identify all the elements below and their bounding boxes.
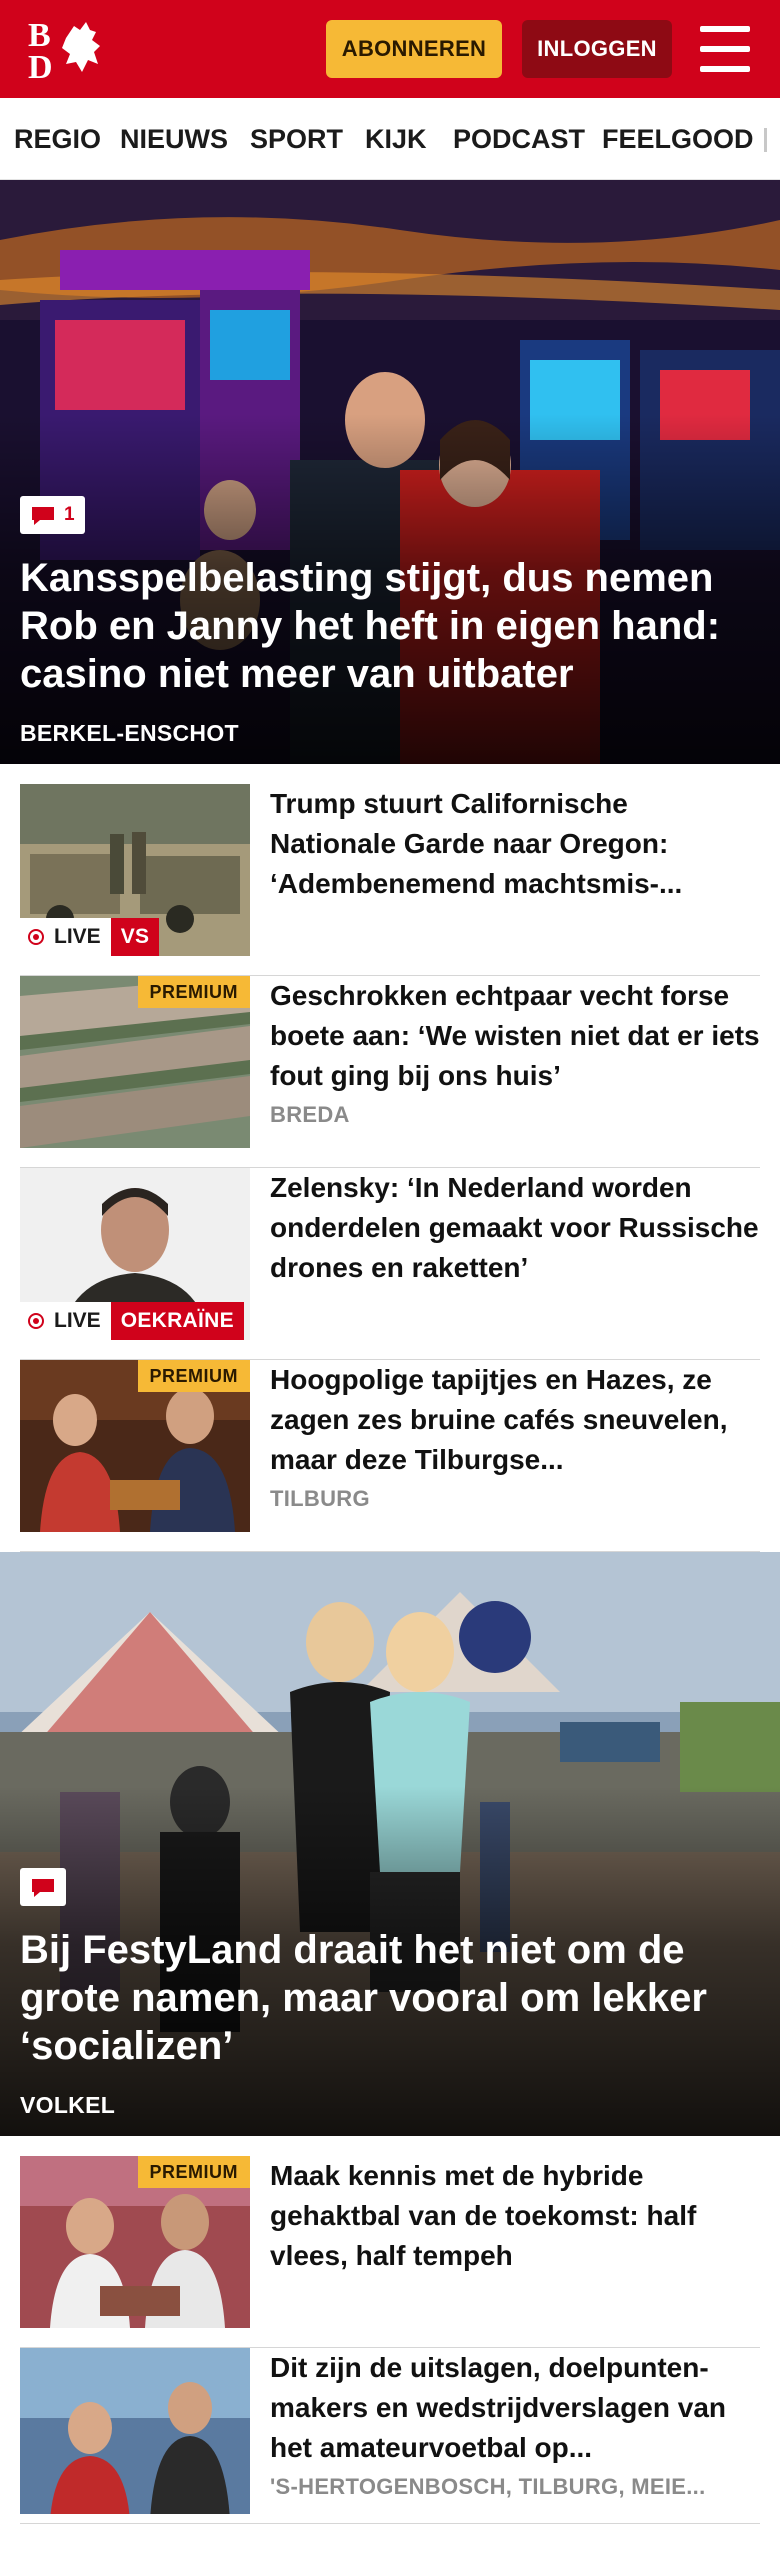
login-button[interactable]: INLOGGEN: [522, 20, 672, 78]
live-topic: OEKRAÏNE: [110, 1302, 244, 1340]
live-label: LIVE: [54, 925, 101, 948]
live-icon: [28, 929, 44, 945]
nav-item-sport[interactable]: SPORT: [250, 98, 343, 179]
thumbnail-image: LIVE VS: [20, 784, 250, 956]
menu-icon[interactable]: [700, 26, 752, 72]
live-label: LIVE: [54, 1309, 101, 1332]
logo-letter-d: D: [28, 49, 53, 82]
article-location: 'S-HERTOGENBOSCH, TILBURG, MEIE...: [270, 2474, 706, 2499]
article-location: TILBURG: [270, 1486, 370, 1511]
live-tag: LIVE OEKRAÏNE: [20, 1302, 244, 1340]
thumbnail-image: PREMIUM: [20, 976, 250, 1148]
premium-badge: PREMIUM: [137, 1360, 250, 1392]
hero-location: VOLKEL: [20, 2092, 116, 2118]
article-headline[interactable]: Hoogpolige tapijtjes en Hazes, ze zagen …: [270, 1360, 760, 1480]
live-icon: [28, 1313, 44, 1329]
section-nav: REGIO NIEUWS SPORT KIJK PODCAST FEELGOOD: [0, 98, 780, 180]
nav-item-nieuws[interactable]: NIEUWS: [120, 98, 228, 179]
hero-headline[interactable]: Kansspelbelasting stijgt, dus nemen Rob …: [20, 554, 760, 698]
thumbnail-image: PREMIUM: [20, 1360, 250, 1532]
article-location: BREDA: [270, 1102, 350, 1127]
article-headline[interactable]: Maak kennis met de hybride gehaktbal van…: [270, 2156, 760, 2276]
comment-icon: [30, 505, 56, 525]
premium-badge: PREMIUM: [137, 2156, 250, 2188]
hero-location: BERKEL-ENSCHOT: [20, 720, 239, 746]
nav-item-feelgood[interactable]: FEELGOOD: [602, 98, 754, 179]
nav-item-kijk[interactable]: KIJK: [365, 98, 427, 179]
article-headline[interactable]: Dit zijn de uitslagen, doelpunten-makers…: [270, 2348, 760, 2468]
nav-overflow-indicator: [764, 128, 767, 152]
article-headline[interactable]: Geschrokken echtpaar vecht forse boete a…: [270, 976, 760, 1096]
list-item[interactable]: LIVE OEKRAÏNE Zelensky: ‘In Nederland wo…: [20, 1168, 760, 1360]
comment-count: 1: [64, 504, 75, 525]
subscribe-button[interactable]: ABONNEREN: [326, 20, 502, 78]
bd-logo[interactable]: B D: [26, 16, 116, 82]
nav-item-regio[interactable]: REGIO: [14, 98, 101, 179]
nav-item-podcast[interactable]: PODCAST: [453, 98, 585, 179]
list-item[interactable]: PREMIUM Maak kennis met de hybride gehak…: [20, 2156, 760, 2348]
comment-icon: [30, 1877, 56, 1897]
list-item[interactable]: PREMIUM Geschrokken echtpaar vecht forse…: [20, 976, 760, 1168]
live-topic: VS: [110, 918, 160, 956]
thumbnail-image: PREMIUM: [20, 2156, 250, 2328]
article-headline[interactable]: Zelensky: ‘In Nederland worden onderdele…: [270, 1168, 760, 1288]
hero-headline[interactable]: Bij FestyLand draait het niet om de grot…: [20, 1926, 760, 2070]
thumbnail-image: [20, 2348, 250, 2514]
list-item[interactable]: LIVE VS Trump stuurt Californische Natio…: [20, 784, 760, 976]
live-tag: LIVE VS: [20, 918, 160, 956]
article-headline[interactable]: Trump stuurt Californische Nationale Gar…: [270, 784, 760, 904]
hero-article-casino[interactable]: 1 Kansspelbelasting stijgt, dus nemen Ro…: [0, 180, 780, 764]
site-header: B D ABONNEREN INLOGGEN: [0, 0, 780, 98]
thumbnail-image: LIVE OEKRAÏNE: [20, 1168, 250, 1340]
hero-article-festyland[interactable]: Bij FestyLand draait het niet om de grot…: [0, 1552, 780, 2136]
list-item[interactable]: Dit zijn de uitslagen, doelpunten-makers…: [20, 2348, 760, 2524]
comment-badge[interactable]: 1: [20, 496, 85, 534]
list-item[interactable]: PREMIUM Hoogpolige tapijtjes en Hazes, z…: [20, 1360, 760, 1552]
dragon-icon: [62, 22, 100, 72]
premium-badge: PREMIUM: [137, 976, 250, 1008]
comment-badge[interactable]: [20, 1868, 66, 1906]
